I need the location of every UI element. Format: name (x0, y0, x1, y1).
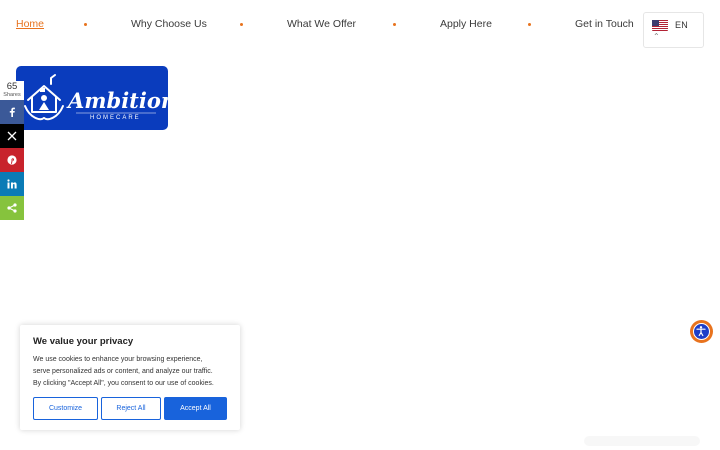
cookie-consent-banner: We value your privacy We use cookies to … (20, 325, 240, 430)
pinterest-icon (7, 155, 17, 165)
share-counter: 65 Shares (0, 81, 24, 101)
sharethis-share-button[interactable] (0, 196, 24, 220)
nav-apply-here[interactable]: Apply Here (440, 18, 492, 30)
reject-all-button[interactable]: Reject All (101, 397, 161, 420)
chevron-up-icon: ⌃ (653, 32, 660, 41)
language-switcher[interactable]: EN ⌃ (643, 12, 704, 48)
nav-separator (84, 23, 87, 26)
linkedin-share-button[interactable] (0, 172, 24, 196)
nav-separator (528, 23, 531, 26)
svg-text:HOMECARE: HOMECARE (90, 115, 141, 121)
ambition-homecare-logo[interactable]: Ambition HOMECARE (16, 66, 176, 130)
share-count: 65 (6, 81, 18, 92)
accessibility-button[interactable] (690, 320, 713, 343)
customize-button[interactable]: Customize (33, 397, 98, 420)
accept-all-button[interactable]: Accept All (164, 397, 227, 420)
logo-graphic: Ambition HOMECARE (24, 74, 176, 121)
cookie-description: We use cookies to enhance your browsing … (33, 354, 233, 390)
nav-home[interactable]: Home (16, 18, 44, 30)
svg-text:Ambition: Ambition (66, 88, 168, 113)
share-count-label: Shares (3, 92, 21, 98)
facebook-share-button[interactable] (0, 100, 24, 124)
x-share-button[interactable] (0, 124, 24, 148)
footer-placeholder (584, 436, 700, 446)
x-icon (7, 131, 17, 141)
pinterest-share-button[interactable] (0, 148, 24, 172)
accessibility-icon (693, 323, 710, 340)
nav-separator (240, 23, 243, 26)
language-code: EN (675, 20, 689, 30)
nav-why-choose-us[interactable]: Why Choose Us (131, 18, 207, 30)
cookie-text-line: By clicking "Accept All", you consent to… (33, 380, 214, 387)
nav-get-in-touch[interactable]: Get in Touch (575, 18, 634, 30)
cookie-text-line: serve personalized ads or content, and a… (33, 368, 213, 375)
us-flag-icon (652, 19, 668, 31)
cookie-title: We value your privacy (33, 336, 134, 347)
nav-what-we-offer[interactable]: What We Offer (287, 18, 356, 30)
nav-separator (393, 23, 396, 26)
share-icon (7, 203, 17, 213)
cookie-text-line: We use cookies to enhance your browsing … (33, 356, 203, 363)
top-navigation: Home Why Choose Us What We Offer Apply H… (0, 0, 720, 50)
facebook-icon (9, 107, 15, 117)
linkedin-icon (7, 179, 17, 189)
